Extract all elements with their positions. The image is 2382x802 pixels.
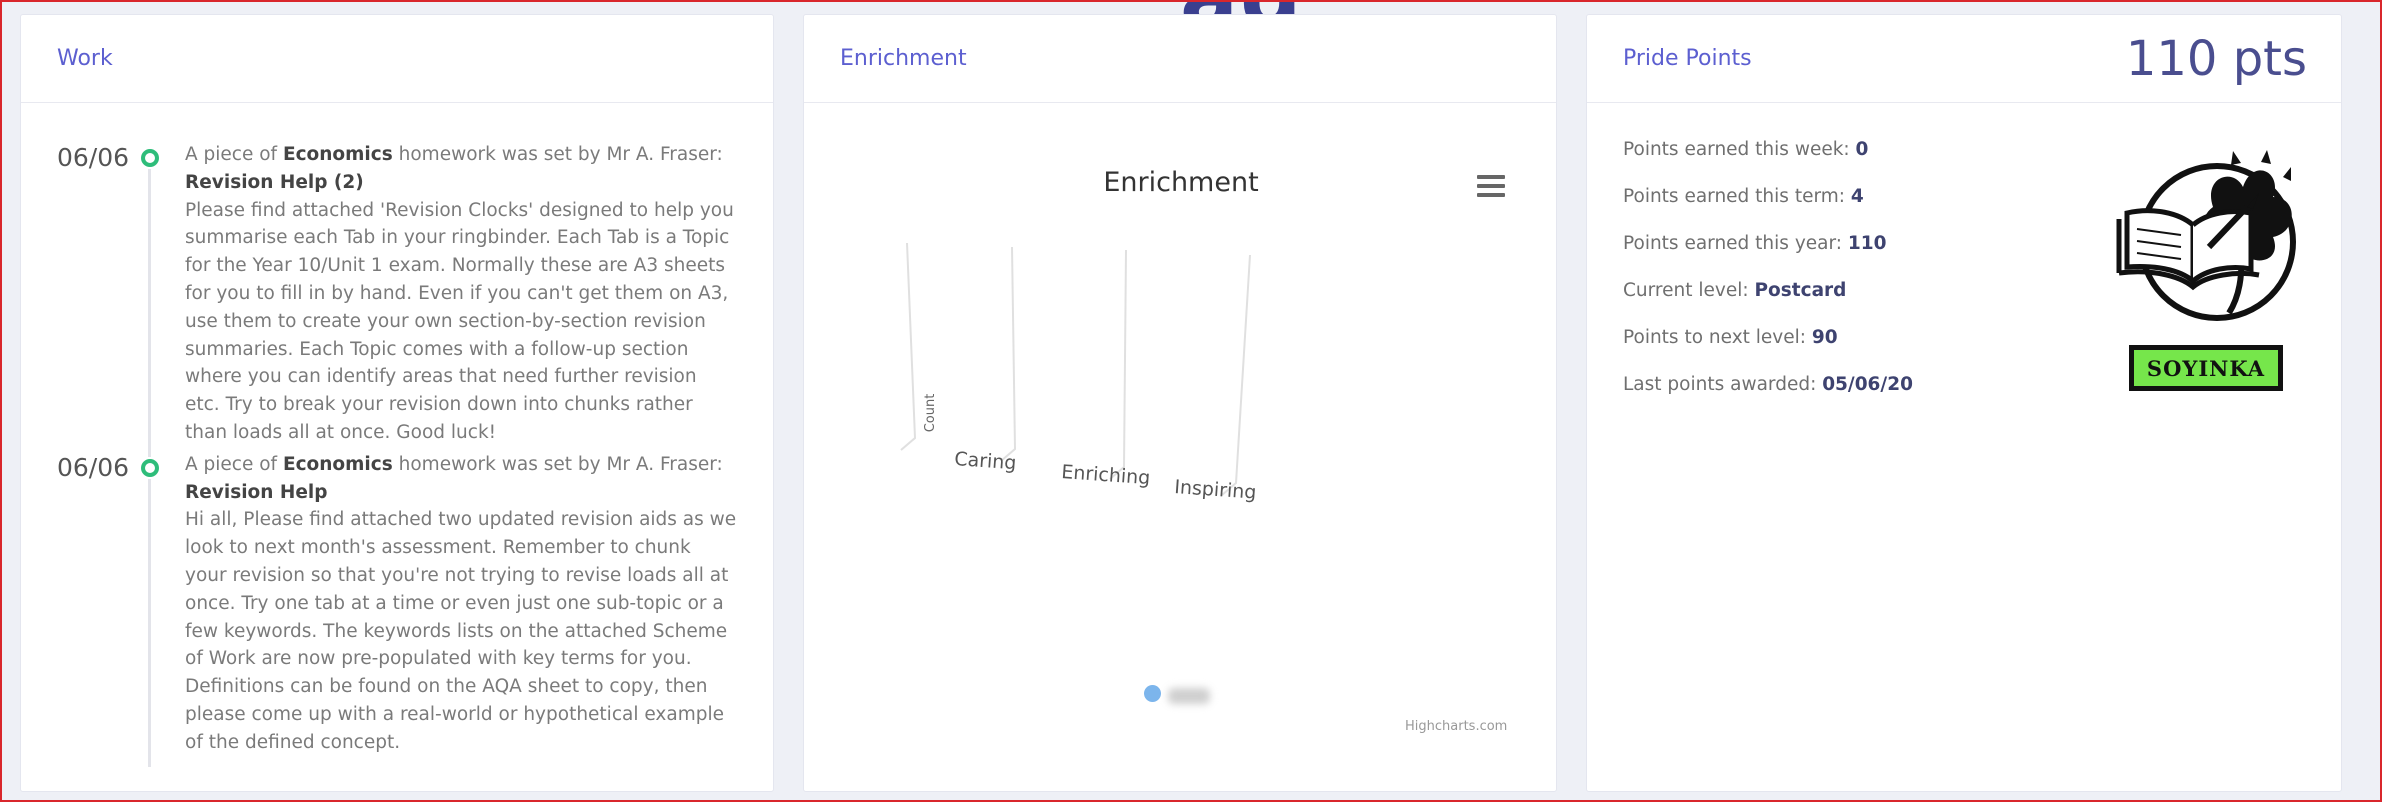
chart-credit[interactable]: Highcharts.com [1405, 719, 1507, 734]
pride-total-points: 110 pts [2125, 30, 2307, 87]
enrichment-panel-header: Enrichment [804, 15, 1556, 103]
assignment-description: Hi all, Please find attached two updated… [185, 509, 737, 753]
assignment-title[interactable]: Revision Help [185, 482, 327, 503]
work-timeline: 06/06 A piece of Economics homework was … [21, 103, 773, 783]
gridline [1109, 249, 1127, 480]
gridline [1000, 246, 1017, 462]
enrichment-panel: Enrichment Enrichment Count Caring Enrich… [803, 14, 1557, 792]
y-axis-label: Count [923, 394, 938, 433]
pride-panel-title[interactable]: Pride Points [1623, 46, 1752, 71]
timeline-line [148, 478, 151, 767]
gridline [1221, 254, 1251, 496]
timeline-line [148, 169, 151, 457]
book-and-tree-crest-icon [2116, 150, 2296, 321]
subject-name: Economics [282, 144, 393, 165]
legend-series-dot[interactable] [1144, 685, 1161, 702]
work-panel-header: Work [21, 15, 773, 103]
timeline-date: 06/06 [57, 143, 130, 172]
timeline-body: A piece of Economics homework was set by… [185, 453, 737, 753]
x-axis-labels: Caring Enriching Inspiring [954, 448, 1257, 504]
enrichment-panel-title[interactable]: Enrichment [840, 46, 967, 71]
x-axis-tick-label: Caring [954, 448, 1017, 474]
pride-panel-header: Pride Points 110 pts [1587, 15, 2341, 103]
chart-gridlines [900, 242, 1251, 496]
timeline-date: 06/06 [57, 452, 130, 482]
subject-name: Economics [282, 453, 393, 475]
assignment-title[interactable]: Revision Help (2) [185, 172, 364, 193]
house-crest: SOYINKA [2113, 147, 2309, 397]
timeline-dot-icon [141, 149, 159, 167]
timeline-item[interactable]: 06/06 A piece of Economics homework was … [57, 451, 737, 767]
gridline [900, 242, 917, 451]
timeline-dot-icon [141, 458, 159, 477]
x-axis-tick-label: Inspiring [1174, 476, 1257, 504]
assignment-description: Please find attached 'Revision Clocks' d… [185, 199, 734, 443]
work-panel: Work 06/06 A piece of Economics homework… [20, 14, 774, 792]
x-axis-tick-label: Enriching [1061, 461, 1151, 489]
house-badge-label: SOYINKA [2129, 345, 2283, 391]
timeline-body: A piece of Economics homework was set by… [185, 144, 734, 443]
legend-series-label-redacted[interactable] [1168, 688, 1210, 704]
work-panel-title[interactable]: Work [57, 46, 113, 71]
pride-points-panel: Pride Points 110 pts Points earned this … [1586, 14, 2342, 792]
enrichment-chart: Enrichment Count Caring Enriching Inspirin… [804, 103, 1556, 791]
timeline-item[interactable]: 06/06 A piece of Economics homework was … [57, 141, 737, 457]
